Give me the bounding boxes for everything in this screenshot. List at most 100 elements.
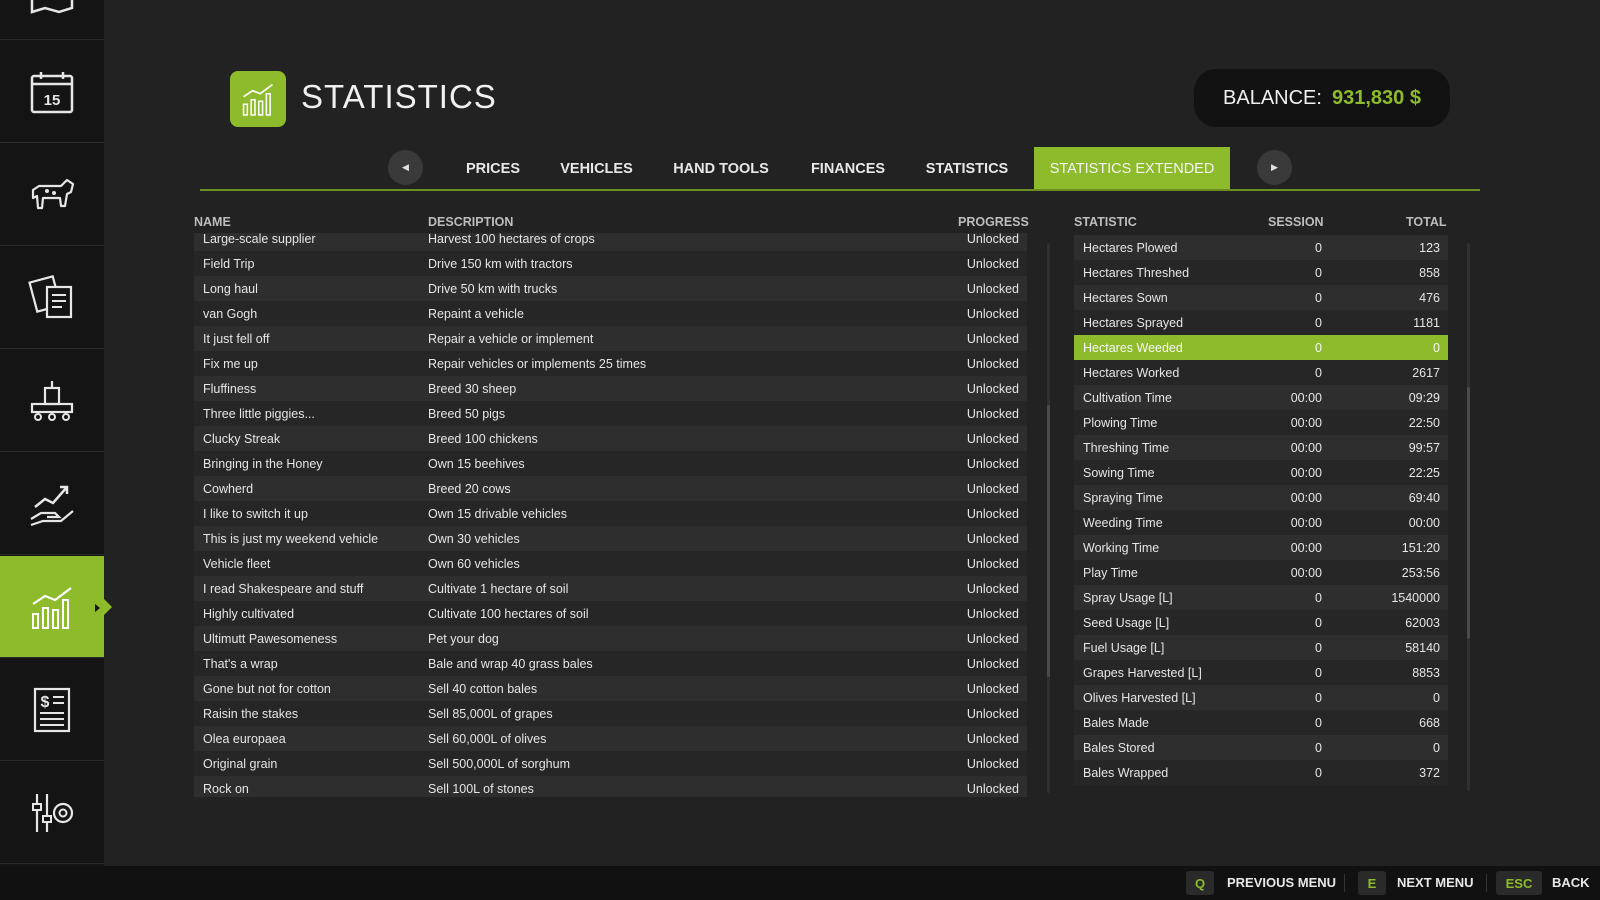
next-menu-key[interactable]: E	[1358, 871, 1386, 895]
achievement-row[interactable]: Raisin the stakes Sell 85,000L of grapes U…	[194, 701, 1027, 726]
statistic-row[interactable]: Working Time 00:00 151:20	[1074, 535, 1448, 560]
statistic-name: Hectares Sprayed	[1083, 315, 1184, 330]
achievement-row[interactable]: van Gogh Repaint a vehicle Unlocked	[194, 301, 1027, 326]
achievement-row[interactable]: Rock on Sell 100L of stones Unlocked	[194, 776, 1027, 797]
achievement-name: Field Trip	[203, 256, 255, 271]
statistic-row[interactable]: Grapes Harvested [L] 0 8853	[1074, 660, 1448, 685]
statistic-row[interactable]: Spraying Time 00:00 69:40	[1074, 485, 1448, 510]
sidebar-item-calendar[interactable]: 15	[0, 41, 104, 143]
tab-prev-button[interactable]: ◀	[388, 150, 423, 185]
achievement-row[interactable]: Fluffiness Breed 30 sheep Unlocked	[194, 376, 1027, 401]
achievement-progress: Unlocked	[966, 406, 1019, 421]
statistic-row[interactable]: Seed Usage [L] 0 62003	[1074, 610, 1448, 635]
sidebar: 15 $	[0, 0, 112, 866]
achievement-description: Repaint a vehicle	[428, 306, 524, 321]
achievement-row[interactable]: Olea europaea Sell 60,000L of olives Unloc…	[194, 726, 1027, 751]
statistic-row[interactable]: Hectares Plowed 0 123	[1074, 235, 1448, 260]
back-button[interactable]: BACK	[1552, 875, 1590, 890]
tab-finances[interactable]: FINANCES	[803, 148, 893, 190]
achievements-scroll-thumb[interactable]	[1047, 405, 1050, 677]
achievement-row[interactable]: I like to switch it up Own 15 drivable ve…	[194, 501, 1027, 526]
statistic-row[interactable]: Cultivation Time 00:00 09:29	[1074, 385, 1448, 410]
statistic-row[interactable]: Bales Wrapped 0 372	[1074, 760, 1448, 785]
achievement-description: Harvest 100 hectares of crops	[428, 233, 595, 246]
back-key[interactable]: ESC	[1496, 871, 1542, 895]
achievement-row[interactable]: Fix me up Repair vehicles or implements 2…	[194, 351, 1027, 376]
achievements-scrollbar[interactable]	[1047, 243, 1050, 793]
statistic-name: Weeding Time	[1083, 515, 1163, 530]
statistic-total-value: 69:40	[1408, 490, 1440, 505]
statistic-row[interactable]: Olives Harvested [L] 0 0	[1074, 685, 1448, 710]
achievement-row[interactable]: Ultimutt Pawesomeness Pet your dog Unlocke…	[194, 626, 1027, 651]
achievement-row[interactable]: Vehicle fleet Own 60 vehicles Unlocked	[194, 551, 1027, 576]
footer-divider	[1486, 874, 1487, 892]
statistic-row[interactable]: Hectares Threshed 0 858	[1074, 260, 1448, 285]
statistic-session-value: 0	[1315, 315, 1322, 330]
achievement-row[interactable]: Field Trip Drive 150 km with tractors Unlo…	[194, 251, 1027, 276]
tab-statistics-extended[interactable]: STATISTICS EXTENDED	[1034, 147, 1230, 190]
achievement-row[interactable]: Large-scale supplier Harvest 100 hectares…	[194, 233, 1027, 251]
sidebar-item-prices[interactable]	[0, 453, 104, 555]
achievement-name: Long haul	[203, 281, 258, 296]
statistic-row[interactable]: Bales Made 0 668	[1074, 710, 1448, 735]
sidebar-item-contracts[interactable]	[0, 247, 104, 349]
tab-prices[interactable]: PRICES	[458, 148, 528, 190]
statistic-row[interactable]: Fuel Usage [L] 0 58140	[1074, 635, 1448, 660]
statistic-row[interactable]: Weeding Time 00:00 00:00	[1074, 510, 1448, 535]
statistic-row[interactable]: Sowing Time 00:00 22:25	[1074, 460, 1448, 485]
previous-menu-key[interactable]: Q	[1186, 871, 1214, 895]
statistic-session-value: 00:00	[1290, 440, 1322, 455]
achievements-table[interactable]: Large-scale supplier Harvest 100 hectares…	[194, 233, 1027, 797]
achievement-row[interactable]: Gone but not for cotton Sell 40 cotton ba…	[194, 676, 1027, 701]
achievement-description: Drive 50 km with trucks	[428, 281, 558, 296]
achievement-row[interactable]: Three little piggies... Breed 50 pigs Unlo…	[194, 401, 1027, 426]
sidebar-item-animals[interactable]	[0, 144, 104, 246]
statistic-row[interactable]: Threshing Time 00:00 99:57	[1074, 435, 1448, 460]
statistic-row[interactable]: Plowing Time 00:00 22:50	[1074, 410, 1448, 435]
statistic-session-value: 0	[1315, 290, 1322, 305]
statistic-row[interactable]: Hectares Sown 0 476	[1074, 285, 1448, 310]
next-menu-button[interactable]: NEXT MENU	[1397, 875, 1474, 890]
achievement-row[interactable]: Clucky Streak Breed 100 chickens Unlocked	[194, 426, 1027, 451]
tab-vehicles[interactable]: VEHICLES	[554, 148, 639, 190]
sidebar-item-statistics[interactable]	[0, 556, 112, 658]
statistics-table[interactable]: Hectares Plowed 0 123 Hectares Threshed 0 858…	[1074, 235, 1448, 797]
statistics-scrollbar[interactable]	[1467, 243, 1470, 791]
statistic-row[interactable]: Spray Usage [L] 0 1540000	[1074, 585, 1448, 610]
achievement-progress: Unlocked	[966, 781, 1019, 796]
achievement-row[interactable]: This is just my weekend vehicle Own 30 ve…	[194, 526, 1027, 551]
statistic-row[interactable]: Bales Stored 0 0	[1074, 735, 1448, 760]
statistic-row[interactable]: Hectares Worked 0 2617	[1074, 360, 1448, 385]
sidebar-item-settings[interactable]	[0, 762, 104, 864]
achievement-row[interactable]: Original grain Sell 500,000L of sorghum Un…	[194, 751, 1027, 776]
statistic-total-value: 8853	[1412, 665, 1440, 680]
sidebar-item-finances[interactable]: $	[0, 659, 104, 761]
achievement-description: Repair vehicles or implements 25 times	[428, 356, 647, 371]
achievement-name: I like to switch it up	[203, 506, 308, 521]
tab-statistics[interactable]: STATISTICS	[918, 148, 1016, 190]
statistic-row[interactable]: Hectares Weeded 0 0	[1074, 335, 1448, 360]
statistic-row[interactable]: Play Time 00:00 253:56	[1074, 560, 1448, 585]
achievement-row[interactable]: I read Shakespeare and stuff Cultivate 1 …	[194, 576, 1027, 601]
statistic-row[interactable]: Hectares Sprayed 0 1181	[1074, 310, 1448, 335]
achievement-row[interactable]: Cowherd Breed 20 cows Unlocked	[194, 476, 1027, 501]
previous-menu-button[interactable]: PREVIOUS MENU	[1227, 875, 1336, 890]
achievement-name: Vehicle fleet	[203, 556, 271, 571]
achievement-description: Breed 50 pigs	[428, 406, 506, 421]
achievement-name: Raisin the stakes	[203, 706, 299, 721]
achievement-row[interactable]: Bringing in the Honey Own 15 beehives Unlo…	[194, 451, 1027, 476]
statistics-scroll-thumb[interactable]	[1467, 387, 1470, 639]
tab-hand-tools[interactable]: HAND TOOLS	[666, 148, 776, 190]
tab-next-button[interactable]: ▶	[1257, 150, 1292, 185]
achievement-row[interactable]: Highly cultivated Cultivate 100 hectares …	[194, 601, 1027, 626]
sidebar-item-map[interactable]	[0, 0, 104, 40]
sidebar-item-production[interactable]	[0, 350, 104, 452]
achievement-row[interactable]: That's a wrap Bale and wrap 40 grass bale…	[194, 651, 1027, 676]
achievement-row[interactable]: Long haul Drive 50 km with trucks Unlocked	[194, 276, 1027, 301]
achievement-progress: Unlocked	[966, 356, 1019, 371]
statistic-session-value: 0	[1315, 765, 1322, 780]
statistic-session-value: 0	[1315, 740, 1322, 755]
achievement-row[interactable]: It just fell off Repair a vehicle or impl…	[194, 326, 1027, 351]
statistic-session-value: 00:00	[1290, 490, 1322, 505]
calendar-icon: 15	[30, 71, 74, 113]
